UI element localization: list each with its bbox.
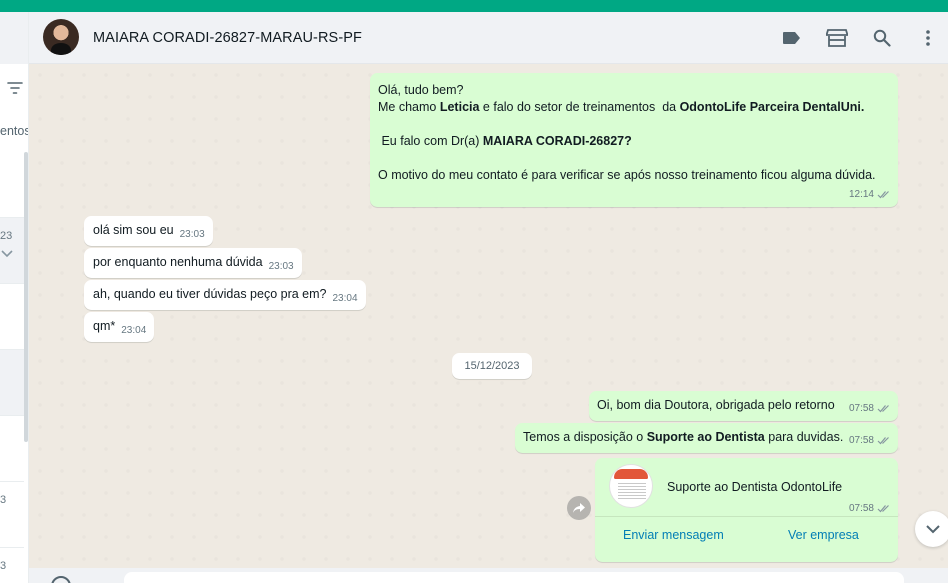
view-business-button[interactable]: Ver empresa [788,528,859,542]
chat-list-item[interactable] [0,284,24,350]
scroll-down-button[interactable] [915,511,948,547]
chat-list-item-active[interactable]: 23 [0,218,24,284]
composer-bar [29,568,948,583]
emoji-icon[interactable] [51,576,71,583]
chat-list-item[interactable]: 3 [0,482,24,572]
message-incoming[interactable]: por enquanto nenhuma dúvida 23:03 [84,248,302,278]
double-check-icon [877,505,889,513]
card-divider [595,516,898,517]
send-message-button[interactable]: Enviar mensagem [623,528,724,542]
message-outgoing[interactable]: Oi, bom dia Doutora, obrigada pelo retor… [589,391,898,421]
chat-list-item[interactable] [0,152,24,218]
chat-list-time: 23 [0,230,13,242]
message-text: olá sim sou eu [93,223,174,237]
business-logo [609,464,653,508]
message-meta: 07:58 [849,503,891,514]
message-outgoing[interactable]: Olá, tudo bem? Me chamo Leticia e falo d… [370,73,898,207]
message-text-line: Me chamo Leticia e falo do setor de trei… [378,100,865,114]
avatar[interactable] [43,19,79,55]
message-text: por enquanto nenhuma dúvida [93,255,263,269]
menu-icon[interactable] [917,27,939,49]
message-meta: 12:14 [849,186,891,203]
chevron-down-icon[interactable] [0,248,14,262]
chat-list-time: 3 [0,560,7,572]
business-card-title[interactable]: Suporte ao Dentista OdontoLife [667,480,842,494]
date-divider: 15/12/2023 [452,353,532,379]
double-check-icon [877,191,889,199]
chat-list-sidebar: entos 23 3 3 [0,12,29,583]
message-text: ah, quando eu tiver dúvidas peço pra em? [93,287,327,301]
top-accent-bar [0,0,948,12]
message-time: 23:03 [268,261,294,272]
message-time: 23:04 [332,293,358,304]
message-text-line: Olá, tudo bem? [378,83,464,97]
search-icon[interactable] [871,27,893,49]
message-text: qm* [93,319,116,333]
sidebar-header [0,12,28,64]
forward-icon[interactable] [567,496,591,520]
filter-icon[interactable] [0,74,28,102]
sidebar-scrollbar[interactable] [24,152,28,442]
store-icon[interactable] [826,27,848,49]
chat-list-item[interactable]: 3 [0,416,24,506]
chat-header[interactable]: MAIARA CORADI-26827-MARAU-RS-PF [29,12,948,64]
message-meta: 07:58 [849,400,891,417]
sidebar-tab-partial[interactable]: entos [0,124,28,138]
message-time: 23:04 [121,325,147,336]
double-check-icon [877,437,889,445]
message-incoming[interactable]: olá sim sou eu 23:03 [84,216,213,246]
chat-list-item[interactable] [0,350,24,416]
message-outgoing[interactable]: Temos a disposição o Suporte ao Dentista… [515,423,898,453]
chevron-down-icon [926,525,940,534]
message-time: 23:03 [179,229,205,240]
business-card-message[interactable]: Suporte ao Dentista OdontoLife 07:58 Env… [595,458,898,562]
message-text-line: Eu falo com Dr(a) MAIARA CORADI-26827? [378,134,632,148]
double-check-icon [877,405,889,413]
message-text-line: O motivo do meu contato é para verificar… [378,168,876,182]
message-meta: 07:58 [849,432,891,449]
conversation-panel[interactable]: Olá, tudo bem? Me chamo Leticia e falo d… [29,64,948,583]
message-text: Oi, bom dia Doutora, obrigada pelo retor… [597,398,835,412]
message-text: Temos a disposição o Suporte ao Dentista… [523,430,844,444]
message-incoming[interactable]: qm* 23:04 [84,312,155,342]
message-incoming[interactable]: ah, quando eu tiver dúvidas peço pra em?… [84,280,366,310]
contact-name[interactable]: MAIARA CORADI-26827-MARAU-RS-PF [93,30,362,46]
label-icon[interactable] [781,27,803,49]
message-input[interactable] [124,572,904,583]
